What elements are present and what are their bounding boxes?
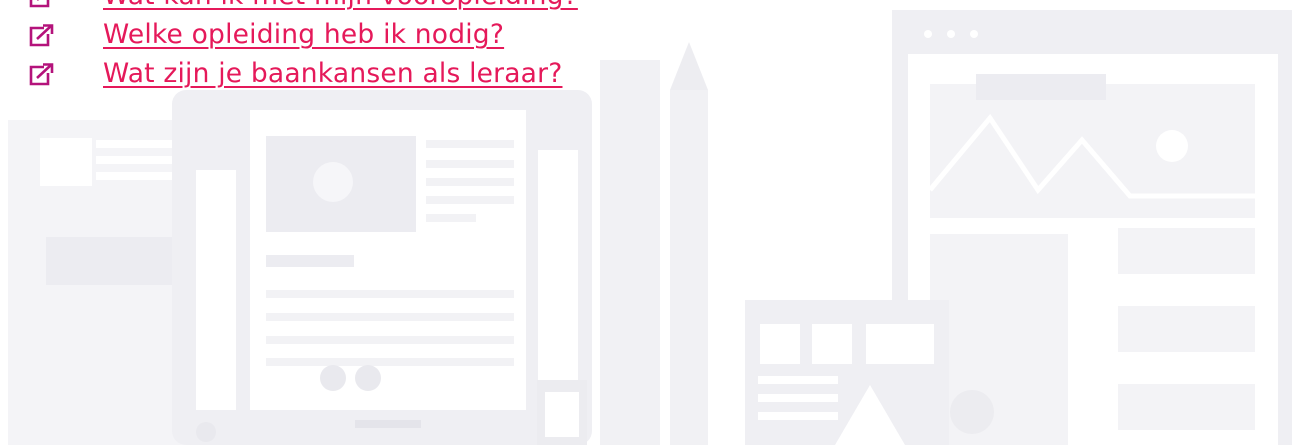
external-link-icon: [29, 0, 50, 8]
external-link-icon: [29, 24, 54, 47]
external-link-icon: [29, 63, 54, 86]
page: Wat kan ik met mijn vooropleiding? Welke…: [0, 0, 1297, 445]
link-vooropleiding[interactable]: Wat kan ik met mijn vooropleiding?: [103, 0, 578, 12]
link-baankansen[interactable]: Wat zijn je baankansen als leraar?: [103, 58, 562, 90]
link-opleiding[interactable]: Welke opleiding heb ik nodig?: [103, 19, 504, 51]
